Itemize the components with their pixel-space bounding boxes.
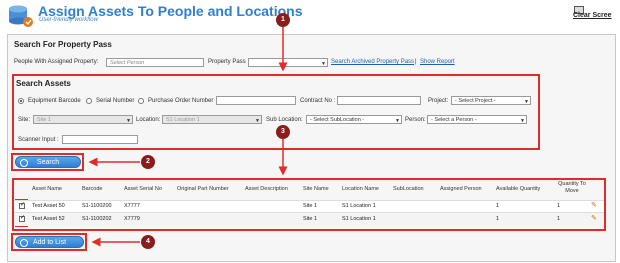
- annotation-arrows: [88, 27, 288, 247]
- callout-4: 4: [141, 235, 155, 249]
- callout-1: 1: [276, 13, 290, 27]
- callout-3: 3: [276, 125, 290, 139]
- callout-2: 2: [141, 155, 155, 169]
